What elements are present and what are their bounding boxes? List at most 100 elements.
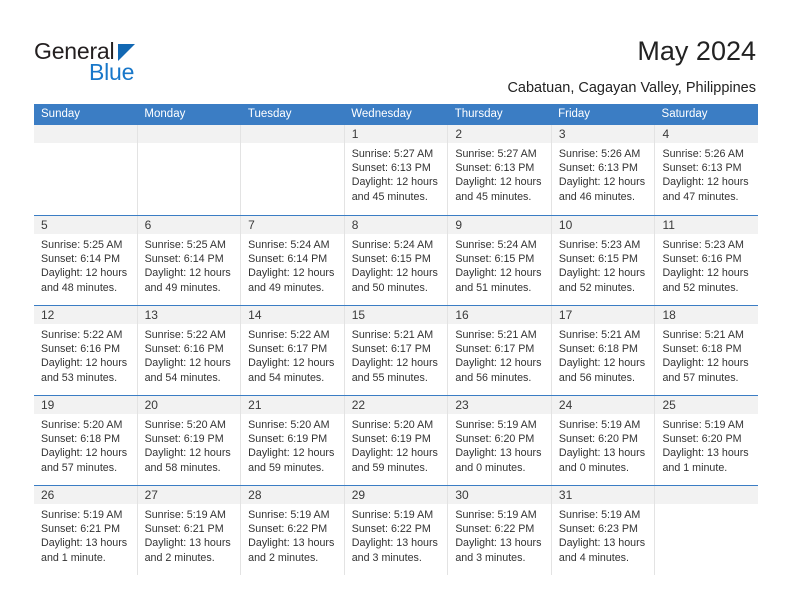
day-number: 19 xyxy=(34,396,137,414)
sunset-text: Sunset: 6:16 PM xyxy=(662,253,742,266)
general-blue-logo[interactable]: General Blue xyxy=(34,38,174,85)
day-cell-18[interactable]: 18 Sunrise: 5:21 AM Sunset: 6:18 PM Dayligh… xyxy=(654,306,759,395)
sunrise-text: Sunrise: 5:19 AM xyxy=(455,419,537,431)
day-info: Sunrise: 5:27 AM Sunset: 6:13 PM Daylight:… xyxy=(448,143,551,204)
day-cell-13[interactable]: 13 Sunrise: 5:22 AM Sunset: 6:16 PM Dayligh… xyxy=(136,306,241,395)
day-cell-4[interactable]: 4 Sunrise: 5:26 AM Sunset: 6:13 PM Daylight… xyxy=(654,125,759,215)
day-cell-22[interactable]: 22 Sunrise: 5:20 AM Sunset: 6:19 PM Dayligh… xyxy=(343,396,448,485)
day-cell-28[interactable]: 28 Sunrise: 5:19 AM Sunset: 6:22 PM Dayligh… xyxy=(240,486,344,575)
day-cell-6[interactable]: 6 Sunrise: 5:25 AM Sunset: 6:14 PM Daylight… xyxy=(136,216,241,305)
sunrise-text: Sunrise: 5:21 AM xyxy=(455,329,537,341)
day-cell-7[interactable]: 7 Sunrise: 5:24 AM Sunset: 6:14 PM Daylight… xyxy=(240,216,344,305)
day-cell-8[interactable]: 8 Sunrise: 5:24 AM Sunset: 6:15 PM Daylight… xyxy=(343,216,448,305)
day-cell-16[interactable]: 16 Sunrise: 5:21 AM Sunset: 6:17 PM Dayligh… xyxy=(447,306,551,395)
day-info: Sunrise: 5:20 AM Sunset: 6:19 PM Daylight:… xyxy=(138,414,241,475)
day-cell-21[interactable]: 21 Sunrise: 5:20 AM Sunset: 6:19 PM Dayligh… xyxy=(240,396,344,485)
day-number: 2 xyxy=(448,125,551,143)
day-cell-1[interactable]: 1 Sunrise: 5:27 AM Sunset: 6:13 PM Daylight… xyxy=(343,125,448,215)
day-number: 8 xyxy=(344,216,448,234)
sunrise-text: Sunrise: 5:24 AM xyxy=(248,239,330,251)
sunrise-text: Sunrise: 5:19 AM xyxy=(558,509,641,521)
sunset-text: Sunset: 6:21 PM xyxy=(144,523,224,536)
day-cell-20[interactable]: 20 Sunrise: 5:20 AM Sunset: 6:19 PM Dayligh… xyxy=(136,396,241,485)
sunrise-text: Sunrise: 5:19 AM xyxy=(41,509,123,521)
day-number: 25 xyxy=(655,396,759,414)
sunset-text: Sunset: 6:22 PM xyxy=(248,523,328,536)
day-cell-19[interactable]: 19 Sunrise: 5:20 AM Sunset: 6:18 PM Dayligh… xyxy=(34,396,137,485)
calendar-week-row: 5 Sunrise: 5:25 AM Sunset: 6:14 PM Daylight… xyxy=(34,215,759,305)
daylight-text-line1: Daylight: 12 hours xyxy=(41,357,128,370)
day-number: 10 xyxy=(551,216,655,234)
daylight-text-line2: and 54 minutes. xyxy=(248,371,325,384)
day-cell-10[interactable]: 10 Sunrise: 5:23 AM Sunset: 6:15 PM Dayligh… xyxy=(550,216,655,305)
day-cell-12[interactable]: 12 Sunrise: 5:22 AM Sunset: 6:16 PM Dayligh… xyxy=(34,306,137,395)
daylight-text-line1: Daylight: 12 hours xyxy=(662,176,749,189)
day-cell-27[interactable]: 27 Sunrise: 5:19 AM Sunset: 6:21 PM Dayligh… xyxy=(136,486,241,575)
sunrise-text: Sunrise: 5:19 AM xyxy=(248,509,330,521)
day-cell-29[interactable]: 29 Sunrise: 5:19 AM Sunset: 6:22 PM Dayligh… xyxy=(343,486,448,575)
day-cell-5[interactable]: 5 Sunrise: 5:25 AM Sunset: 6:14 PM Daylight… xyxy=(34,216,137,305)
day-info: Sunrise: 5:21 AM Sunset: 6:17 PM Daylight:… xyxy=(345,324,448,385)
daylight-text-line1: Daylight: 12 hours xyxy=(41,447,128,460)
day-cell-31[interactable]: 31 Sunrise: 5:19 AM Sunset: 6:23 PM Dayligh… xyxy=(550,486,655,575)
day-number: 27 xyxy=(137,486,241,504)
daylight-text-line2: and 46 minutes. xyxy=(558,190,635,203)
daylight-text-line1: Daylight: 13 hours xyxy=(558,447,646,460)
sunrise-text: Sunrise: 5:23 AM xyxy=(558,239,641,251)
daylight-text-line2: and 3 minutes. xyxy=(351,551,422,564)
day-cell-empty xyxy=(136,125,241,215)
day-cell-11[interactable]: 11 Sunrise: 5:23 AM Sunset: 6:16 PM Dayligh… xyxy=(654,216,759,305)
daylight-text-line1: Daylight: 12 hours xyxy=(662,357,749,370)
day-number: 18 xyxy=(655,306,759,324)
day-number: 20 xyxy=(137,396,241,414)
day-number: 9 xyxy=(448,216,551,234)
weekday-header-row: Sunday Monday Tuesday Wednesday Thursday Frid… xyxy=(34,104,758,125)
calendar-week-row: 26 Sunrise: 5:19 AM Sunset: 6:21 PM Dayligh… xyxy=(34,485,759,575)
daylight-text-line2: and 54 minutes. xyxy=(144,371,221,384)
day-cell-9[interactable]: 9 Sunrise: 5:24 AM Sunset: 6:15 PM Daylight… xyxy=(447,216,551,305)
sunrise-text: Sunrise: 5:26 AM xyxy=(662,148,744,160)
weekday-header-friday: Friday xyxy=(558,108,591,120)
day-cell-23[interactable]: 23 Sunrise: 5:19 AM Sunset: 6:20 PM Dayligh… xyxy=(447,396,551,485)
day-info: Sunrise: 5:19 AM Sunset: 6:20 PM Daylight:… xyxy=(552,414,655,475)
day-cell-3[interactable]: 3 Sunrise: 5:26 AM Sunset: 6:13 PM Daylight… xyxy=(550,125,655,215)
daylight-text-line1: Daylight: 13 hours xyxy=(248,537,335,550)
day-cell-24[interactable]: 24 Sunrise: 5:19 AM Sunset: 6:20 PM Dayligh… xyxy=(550,396,655,485)
sunrise-text: Sunrise: 5:19 AM xyxy=(144,509,226,521)
sunset-text: Sunset: 6:13 PM xyxy=(558,162,638,175)
sunset-text: Sunset: 6:20 PM xyxy=(558,433,638,446)
daylight-text-line1: Daylight: 12 hours xyxy=(248,267,335,280)
daylight-text-line1: Daylight: 12 hours xyxy=(351,357,438,370)
sunset-text: Sunset: 6:22 PM xyxy=(351,523,431,536)
daylight-text-line1: Daylight: 12 hours xyxy=(558,267,646,280)
sunset-text: Sunset: 6:13 PM xyxy=(455,162,535,175)
day-info: Sunrise: 5:19 AM Sunset: 6:21 PM Daylight:… xyxy=(34,504,137,565)
daylight-text-line1: Daylight: 13 hours xyxy=(144,537,231,550)
day-cell-17[interactable]: 17 Sunrise: 5:21 AM Sunset: 6:18 PM Dayligh… xyxy=(550,306,655,395)
day-cell-14[interactable]: 14 Sunrise: 5:22 AM Sunset: 6:17 PM Dayligh… xyxy=(240,306,344,395)
sunrise-text: Sunrise: 5:19 AM xyxy=(662,419,744,431)
sunset-text: Sunset: 6:13 PM xyxy=(351,162,431,175)
day-info: Sunrise: 5:24 AM Sunset: 6:15 PM Daylight:… xyxy=(448,234,551,295)
daylight-text-line1: Daylight: 12 hours xyxy=(144,357,231,370)
daylight-text-line1: Daylight: 13 hours xyxy=(662,447,749,460)
daylight-text-line2: and 59 minutes. xyxy=(351,461,428,474)
day-info: Sunrise: 5:24 AM Sunset: 6:15 PM Daylight:… xyxy=(345,234,448,295)
sunrise-text: Sunrise: 5:22 AM xyxy=(41,329,123,341)
day-cell-26[interactable]: 26 Sunrise: 5:19 AM Sunset: 6:21 PM Dayligh… xyxy=(34,486,137,575)
weekday-header-monday: Monday xyxy=(144,108,186,120)
day-cell-30[interactable]: 30 Sunrise: 5:19 AM Sunset: 6:22 PM Dayligh… xyxy=(447,486,551,575)
day-cell-25[interactable]: 25 Sunrise: 5:19 AM Sunset: 6:20 PM Dayligh… xyxy=(654,396,759,485)
day-number: 3 xyxy=(551,125,655,143)
sunrise-text: Sunrise: 5:22 AM xyxy=(248,329,330,341)
sunrise-text: Sunrise: 5:19 AM xyxy=(558,419,641,431)
daylight-text-line2: and 59 minutes. xyxy=(248,461,325,474)
day-cell-15[interactable]: 15 Sunrise: 5:21 AM Sunset: 6:17 PM Dayligh… xyxy=(343,306,448,395)
sunset-text: Sunset: 6:14 PM xyxy=(41,253,121,266)
day-info: Sunrise: 5:19 AM Sunset: 6:23 PM Daylight:… xyxy=(552,504,655,565)
day-info: Sunrise: 5:27 AM Sunset: 6:13 PM Daylight:… xyxy=(345,143,448,204)
day-number: 5 xyxy=(34,216,137,234)
weekday-header-thursday: Thursday xyxy=(454,108,503,120)
sunrise-text: Sunrise: 5:19 AM xyxy=(455,509,537,521)
day-cell-2[interactable]: 2 Sunrise: 5:27 AM Sunset: 6:13 PM Daylight… xyxy=(447,125,551,215)
